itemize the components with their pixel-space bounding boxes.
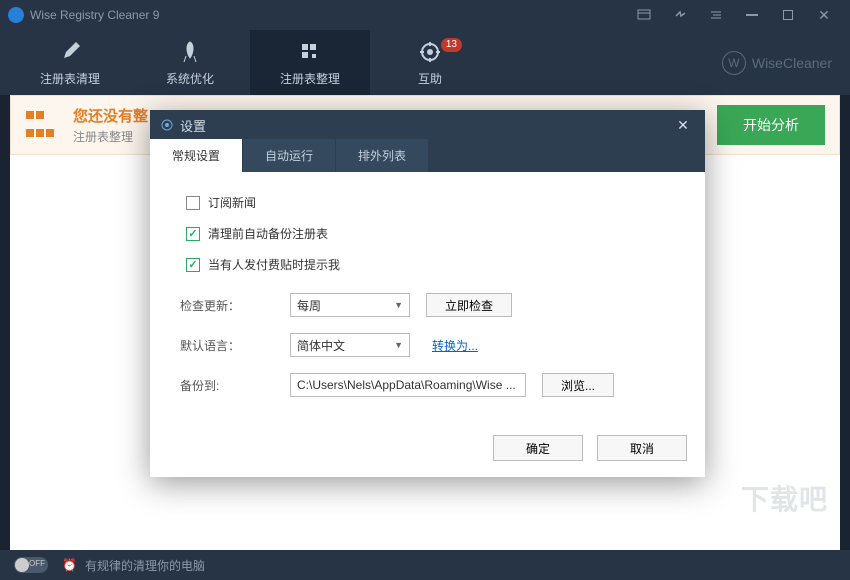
toolbar-registry-clean[interactable]: 注册表清理 xyxy=(10,30,130,95)
banner-blocks-icon xyxy=(25,107,61,143)
statusbar: OFF ⏰ 有规律的清理你的电脑 xyxy=(0,550,850,580)
tab-general[interactable]: 常规设置 xyxy=(150,139,242,172)
settings-icon xyxy=(160,118,174,132)
toolbar-registry-defrag[interactable]: 注册表整理 xyxy=(250,30,370,95)
toolbar-system-optimize[interactable]: 系统优化 xyxy=(130,30,250,95)
banner-title: 您还没有整 xyxy=(73,105,148,126)
backup-to-label: 备份到: xyxy=(180,377,290,394)
banner-subtitle: 注册表整理 xyxy=(73,128,148,145)
notify-paid-post-label: 当有人发付费贴时提示我 xyxy=(208,256,340,273)
browse-button[interactable]: 浏览... xyxy=(542,373,614,397)
dialog-tabs: 常规设置 自动运行 排外列表 xyxy=(150,140,705,172)
toolbar-label: 注册表清理 xyxy=(40,70,100,87)
dialog-title: 设置 xyxy=(180,116,206,135)
schedule-toggle[interactable]: OFF xyxy=(14,557,48,573)
subscribe-news-label: 订阅新闻 xyxy=(208,194,256,211)
help-badge: 13 xyxy=(441,38,462,52)
dialog-body: 订阅新闻 ✓ 清理前自动备份注册表 ✓ 当有人发付费贴时提示我 检查更新： 每周… xyxy=(150,172,705,425)
app-logo-icon xyxy=(8,7,24,23)
start-analysis-button[interactable]: 开始分析 xyxy=(717,105,825,145)
blocks-icon xyxy=(296,38,324,66)
convert-language-link[interactable]: 转换为... xyxy=(432,337,478,354)
backup-path-field[interactable]: C:\Users\Nels\AppData\Roaming\Wise ... xyxy=(290,373,526,397)
notify-paid-post-checkbox[interactable]: ✓ xyxy=(186,258,200,272)
title-tool-icon-3[interactable] xyxy=(698,0,734,30)
dialog-titlebar: 设置 ✕ xyxy=(150,110,705,140)
app-title: Wise Registry Cleaner 9 xyxy=(30,8,626,22)
language-label: 默认语言： xyxy=(180,337,290,354)
gear-icon xyxy=(416,38,444,66)
dialog-close-button[interactable]: ✕ xyxy=(671,113,695,137)
main-toolbar: 注册表清理 系统优化 注册表整理 13 互助 W WiseCleaner xyxy=(0,30,850,95)
toolbar-help[interactable]: 13 互助 xyxy=(370,30,490,95)
language-select[interactable]: 简体中文▼ xyxy=(290,333,410,357)
brand-logo-icon: W xyxy=(722,51,746,75)
toolbar-label: 系统优化 xyxy=(166,70,214,87)
alarm-icon: ⏰ xyxy=(62,558,77,572)
cancel-button[interactable]: 取消 xyxy=(597,435,687,461)
check-now-button[interactable]: 立即检查 xyxy=(426,293,512,317)
brand[interactable]: W WiseCleaner xyxy=(722,30,850,95)
ok-button[interactable]: 确定 xyxy=(493,435,583,461)
toolbar-label: 注册表整理 xyxy=(280,70,340,87)
title-tool-icon-2[interactable] xyxy=(662,0,698,30)
settings-dialog: 设置 ✕ 常规设置 自动运行 排外列表 订阅新闻 ✓ 清理前自动备份注册表 ✓ … xyxy=(150,110,705,477)
close-button[interactable]: ✕ xyxy=(806,0,842,30)
check-update-label: 检查更新： xyxy=(180,297,290,314)
title-tool-icon-1[interactable] xyxy=(626,0,662,30)
toolbar-label: 互助 xyxy=(418,70,442,87)
chevron-down-icon: ▼ xyxy=(394,340,403,350)
watermark: 下载吧 xyxy=(741,478,828,518)
maximize-button[interactable] xyxy=(770,0,806,30)
brush-icon xyxy=(56,38,84,66)
backup-before-clean-label: 清理前自动备份注册表 xyxy=(208,225,328,242)
rocket-icon xyxy=(176,38,204,66)
titlebar: Wise Registry Cleaner 9 ✕ xyxy=(0,0,850,30)
tab-autorun[interactable]: 自动运行 xyxy=(243,139,335,172)
brand-text: WiseCleaner xyxy=(752,55,832,71)
dialog-footer: 确定 取消 xyxy=(150,425,705,477)
tab-exclusions[interactable]: 排外列表 xyxy=(336,139,428,172)
status-message: 有规律的清理你的电脑 xyxy=(85,557,205,574)
minimize-button[interactable] xyxy=(734,0,770,30)
check-update-select[interactable]: 每周▼ xyxy=(290,293,410,317)
backup-before-clean-checkbox[interactable]: ✓ xyxy=(186,227,200,241)
chevron-down-icon: ▼ xyxy=(394,300,403,310)
subscribe-news-checkbox[interactable] xyxy=(186,196,200,210)
